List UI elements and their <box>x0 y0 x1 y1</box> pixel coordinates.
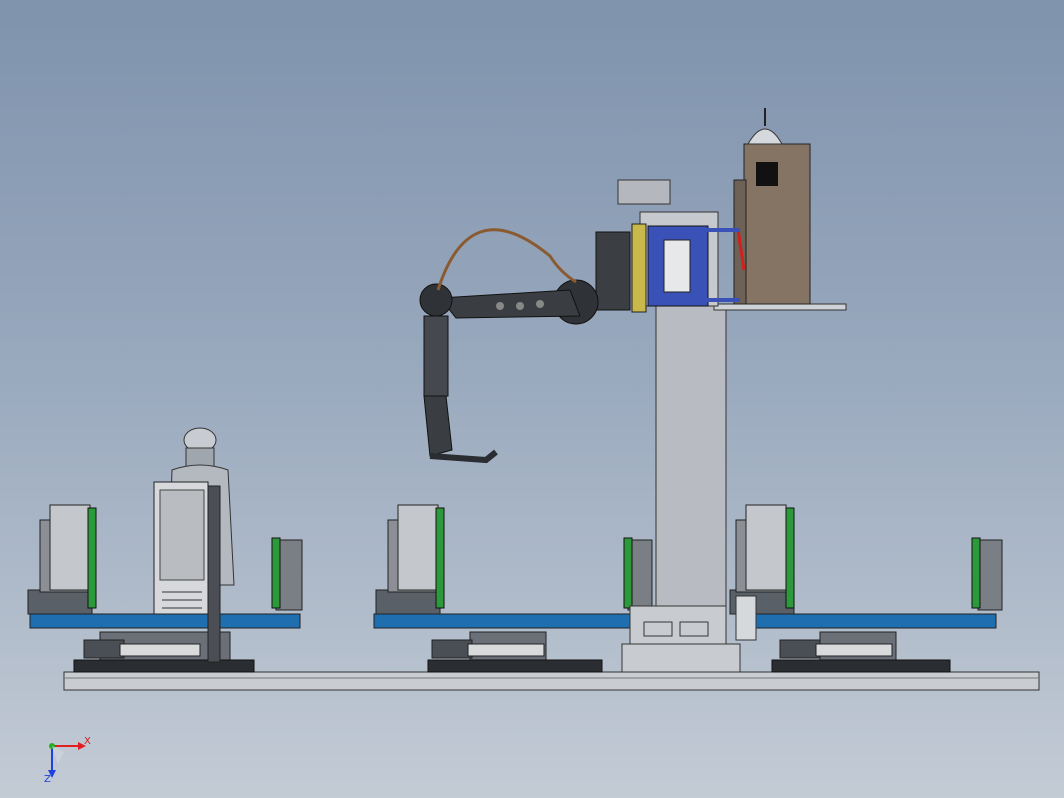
z-axis-label: Z <box>44 774 51 785</box>
cad-viewport[interactable]: X Z <box>0 0 1064 798</box>
coordinate-triad <box>48 742 86 778</box>
robot-arm <box>419 228 631 464</box>
base-rail <box>63 671 1040 691</box>
x-axis-label: X <box>84 736 91 747</box>
robot-base <box>617 179 740 313</box>
positioner-right <box>729 504 1003 673</box>
robot-column <box>621 305 757 673</box>
welding-cell-model <box>27 108 1040 778</box>
control-cabinet <box>713 108 847 311</box>
positioner-center <box>373 504 653 673</box>
